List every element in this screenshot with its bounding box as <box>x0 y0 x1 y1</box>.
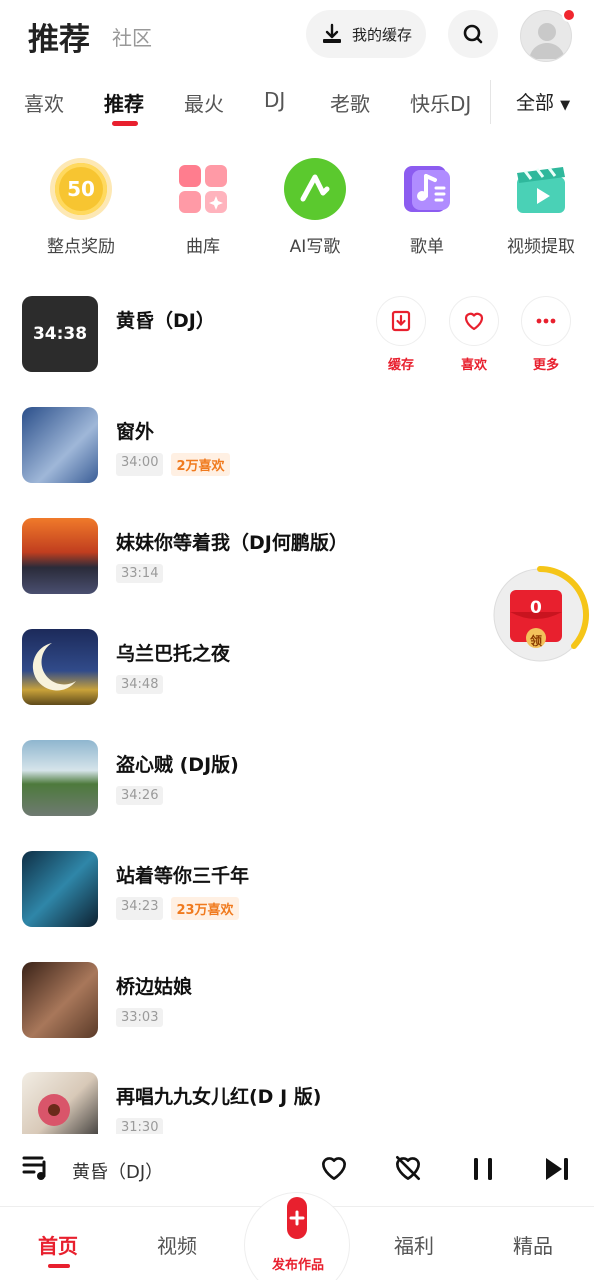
more-action-label: 更多 <box>532 358 559 373</box>
song-cover <box>22 518 98 594</box>
quick-entry-label: 整点奖励 <box>47 237 115 257</box>
quick-entry-label: 曲库 <box>186 237 220 257</box>
song-cover: 34:38 <box>22 296 98 372</box>
more-dots-icon <box>536 318 556 324</box>
active-tab-indicator <box>112 121 138 126</box>
song-title: 窗外 <box>116 421 155 443</box>
song-title: 站着等你三千年 <box>116 865 250 887</box>
song-title: 黄昏（DJ） <box>116 310 215 332</box>
my-cache-button[interactable]: 我的缓存 <box>306 10 426 58</box>
publish-label: 发布作品 <box>271 1258 324 1273</box>
duration-tag: 33:03 <box>116 1008 164 1027</box>
tab-old-songs[interactable]: 老歌 <box>330 88 370 117</box>
tab-hottest[interactable]: 最火 <box>184 88 224 117</box>
nav-video[interactable]: 视频 <box>157 1230 197 1259</box>
song-row[interactable]: 窗外 34:00 2万喜欢 <box>22 407 582 483</box>
skip-next-icon <box>546 1158 568 1180</box>
red-packet-count: 0 <box>530 598 542 618</box>
ai-write-icon <box>284 158 346 220</box>
flower-icon <box>38 1094 70 1126</box>
song-title: 桥边姑娘 <box>116 976 193 998</box>
coin-icon: 50 <box>50 158 112 220</box>
duration-tag: 34:23 <box>116 897 164 920</box>
my-cache-label: 我的缓存 <box>351 25 412 44</box>
search-icon <box>463 24 483 44</box>
tab-recommend[interactable]: 推荐 <box>104 88 144 117</box>
quick-entry-playlist[interactable]: 歌单 <box>372 158 482 257</box>
quick-entry-library[interactable]: 曲库 <box>148 158 258 257</box>
duration-tag: 34:48 <box>116 675 164 694</box>
cache-action-label: 缓存 <box>387 358 414 373</box>
nav-premium[interactable]: 精品 <box>513 1230 553 1259</box>
playlist-queue-icon[interactable] <box>22 1154 52 1186</box>
nav-home[interactable]: 首页 <box>38 1230 78 1259</box>
quick-entry-label: AI写歌 <box>289 237 341 257</box>
broken-heart-icon <box>396 1156 420 1180</box>
download-box-icon <box>391 310 411 332</box>
more-action-button[interactable]: 更多 <box>520 296 572 373</box>
download-icon <box>322 23 341 43</box>
song-title: 盗心贼 (DJ版) <box>116 754 239 776</box>
duration-tag: 33:14 <box>116 564 164 583</box>
all-tabs-label: 全部 <box>516 92 555 114</box>
player-like-button[interactable] <box>318 1152 350 1188</box>
playlist-icon <box>396 158 458 220</box>
song-cover <box>22 1072 98 1134</box>
tab-dj[interactable]: DJ <box>264 88 285 112</box>
library-grid-icon <box>172 158 234 220</box>
moon-icon <box>32 643 76 691</box>
duration-tag: 34:26 <box>116 786 164 805</box>
tab-divider <box>490 80 491 124</box>
player-pause-button[interactable] <box>468 1154 498 1188</box>
tab-happy-dj[interactable]: 快乐DJ <box>410 88 471 117</box>
player-song-title: 黄昏（DJ） <box>72 1162 164 1183</box>
all-tabs-button[interactable]: 全部 ▼ <box>516 88 570 115</box>
caret-down-icon: ▼ <box>560 98 571 113</box>
song-cover <box>22 962 98 1038</box>
duration-tag: 34:00 <box>116 453 164 476</box>
song-title: 乌兰巴托之夜 <box>116 643 231 665</box>
quick-entry-label: 视频提取 <box>507 237 575 257</box>
heart-icon <box>464 312 484 331</box>
red-packet-claim: 领 <box>530 634 543 648</box>
page-title[interactable]: 推荐 <box>28 14 90 59</box>
heart-outline-icon <box>322 1157 346 1180</box>
like-action-label: 喜欢 <box>460 358 487 373</box>
song-row[interactable]: 盗心贼 (DJ版) 34:26 <box>22 740 582 816</box>
quick-entry-ai-songwriting[interactable]: AI写歌 <box>260 158 370 257</box>
nav-welfare[interactable]: 福利 <box>394 1230 434 1259</box>
likes-tag: 23万喜欢 <box>171 897 239 920</box>
notification-dot <box>562 8 576 22</box>
song-cover <box>22 629 98 705</box>
song-cover <box>22 851 98 927</box>
quick-entry-hourly-reward[interactable]: 50 整点奖励 <box>26 158 136 257</box>
publish-button[interactable] <box>286 1196 308 1244</box>
song-row[interactable]: 站着等你三千年 34:23 23万喜欢 <box>22 851 582 927</box>
song-row[interactable]: 再唱九九女儿红(D J 版) 31:30 <box>22 1072 582 1134</box>
song-cover <box>22 407 98 483</box>
quick-entry-video-extract[interactable]: 视频提取 <box>486 158 594 257</box>
quick-entry-label: 歌单 <box>410 237 444 257</box>
community-tab[interactable]: 社区 <box>112 22 152 51</box>
publish-plus-icon <box>287 1197 307 1239</box>
song-title: 再唱九九女儿红(D J 版) <box>116 1086 322 1108</box>
pause-icon <box>474 1158 492 1180</box>
likes-tag: 2万喜欢 <box>171 453 230 476</box>
nav-active-indicator <box>48 1264 70 1268</box>
song-row[interactable]: 桥边姑娘 33:03 <box>22 962 582 1038</box>
player-dislike-button[interactable] <box>392 1152 424 1188</box>
cache-action-button[interactable]: 缓存 <box>375 296 427 373</box>
duration-tag: 31:30 <box>116 1118 164 1134</box>
video-clapper-icon <box>510 158 572 220</box>
song-cover <box>22 740 98 816</box>
song-title: 妹妹你等着我（DJ何鹏版） <box>116 532 348 554</box>
search-button[interactable] <box>448 10 498 58</box>
like-action-button[interactable]: 喜欢 <box>448 296 500 373</box>
red-packet-widget[interactable]: 0 领 <box>490 566 590 664</box>
tab-like[interactable]: 喜欢 <box>24 88 64 117</box>
player-next-button[interactable] <box>542 1154 572 1188</box>
